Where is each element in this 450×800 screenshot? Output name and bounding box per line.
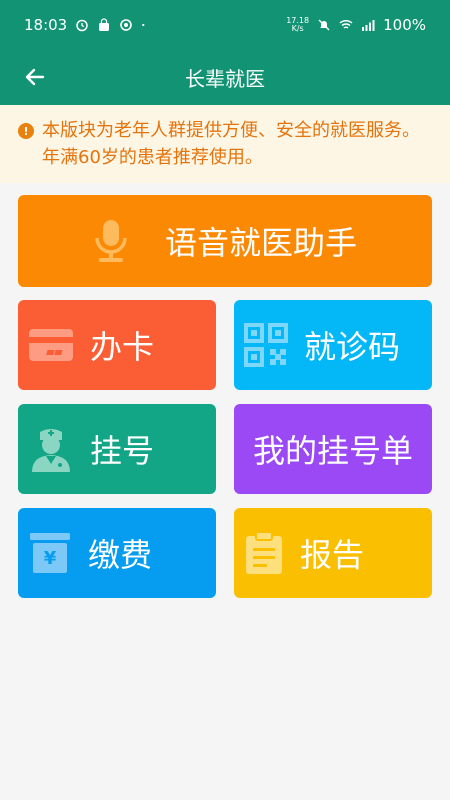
- payment-button[interactable]: ¥ 缴费: [18, 508, 216, 598]
- status-bar: 18:03 17.18 K/s 100%: [0, 0, 450, 50]
- payment-label: 缴费: [88, 536, 153, 574]
- clipboard-icon: [246, 531, 282, 574]
- page-title: 长辈就医: [185, 67, 265, 91]
- register-label: 挂号: [90, 432, 155, 470]
- notice-text: 本版块为老年人群提供方便、安全的就医服务。年满60岁的患者推荐使用。: [42, 120, 420, 168]
- svg-text:¥: ¥: [44, 548, 57, 569]
- report-label: 报告: [300, 536, 365, 574]
- status-time: 18:03: [24, 16, 68, 34]
- microphone-icon: [95, 220, 127, 262]
- shopping-bag-icon: [99, 18, 110, 31]
- qr-code-icon: [244, 323, 288, 367]
- alert-circle-icon: !: [18, 123, 34, 139]
- status-right: 17.18 K/s 100%: [286, 16, 426, 34]
- voice-assistant-button[interactable]: 语音就医助手: [18, 195, 432, 287]
- register-button[interactable]: 挂号: [18, 404, 216, 494]
- my-registrations-button[interactable]: 我的挂号单: [234, 404, 432, 494]
- mute-icon: [318, 19, 330, 31]
- signal-icon: [362, 20, 375, 31]
- arrow-left-icon: [25, 68, 45, 86]
- doctor-icon: [32, 429, 70, 472]
- alarm-icon: [76, 19, 88, 32]
- my-registrations-label: 我的挂号单: [252, 432, 413, 470]
- dot-icon: [142, 23, 145, 27]
- visit-code-button[interactable]: 就诊码: [234, 300, 432, 390]
- app-header: 长辈就医: [0, 50, 450, 105]
- wifi-icon: [339, 19, 353, 29]
- card-icon: [29, 329, 73, 361]
- visit-code-label: 就诊码: [304, 328, 401, 366]
- status-left: 18:03: [24, 16, 149, 34]
- notice-banner: ! 本版块为老年人群提供方便、安全的就医服务。年满60岁的患者推荐使用。: [0, 105, 450, 183]
- back-button[interactable]: [18, 60, 52, 94]
- apply-card-label: 办卡: [90, 328, 155, 366]
- report-button[interactable]: 报告: [234, 508, 432, 598]
- battery-level: 100%: [383, 16, 426, 34]
- apply-card-button[interactable]: 办卡: [18, 300, 216, 390]
- network-speed: 17.18 K/s: [286, 17, 309, 33]
- yen-wallet-icon: ¥: [30, 533, 70, 573]
- voice-assistant-label: 语音就医助手: [164, 224, 357, 262]
- speed-unit: K/s: [291, 24, 304, 33]
- sync-icon: [120, 19, 133, 31]
